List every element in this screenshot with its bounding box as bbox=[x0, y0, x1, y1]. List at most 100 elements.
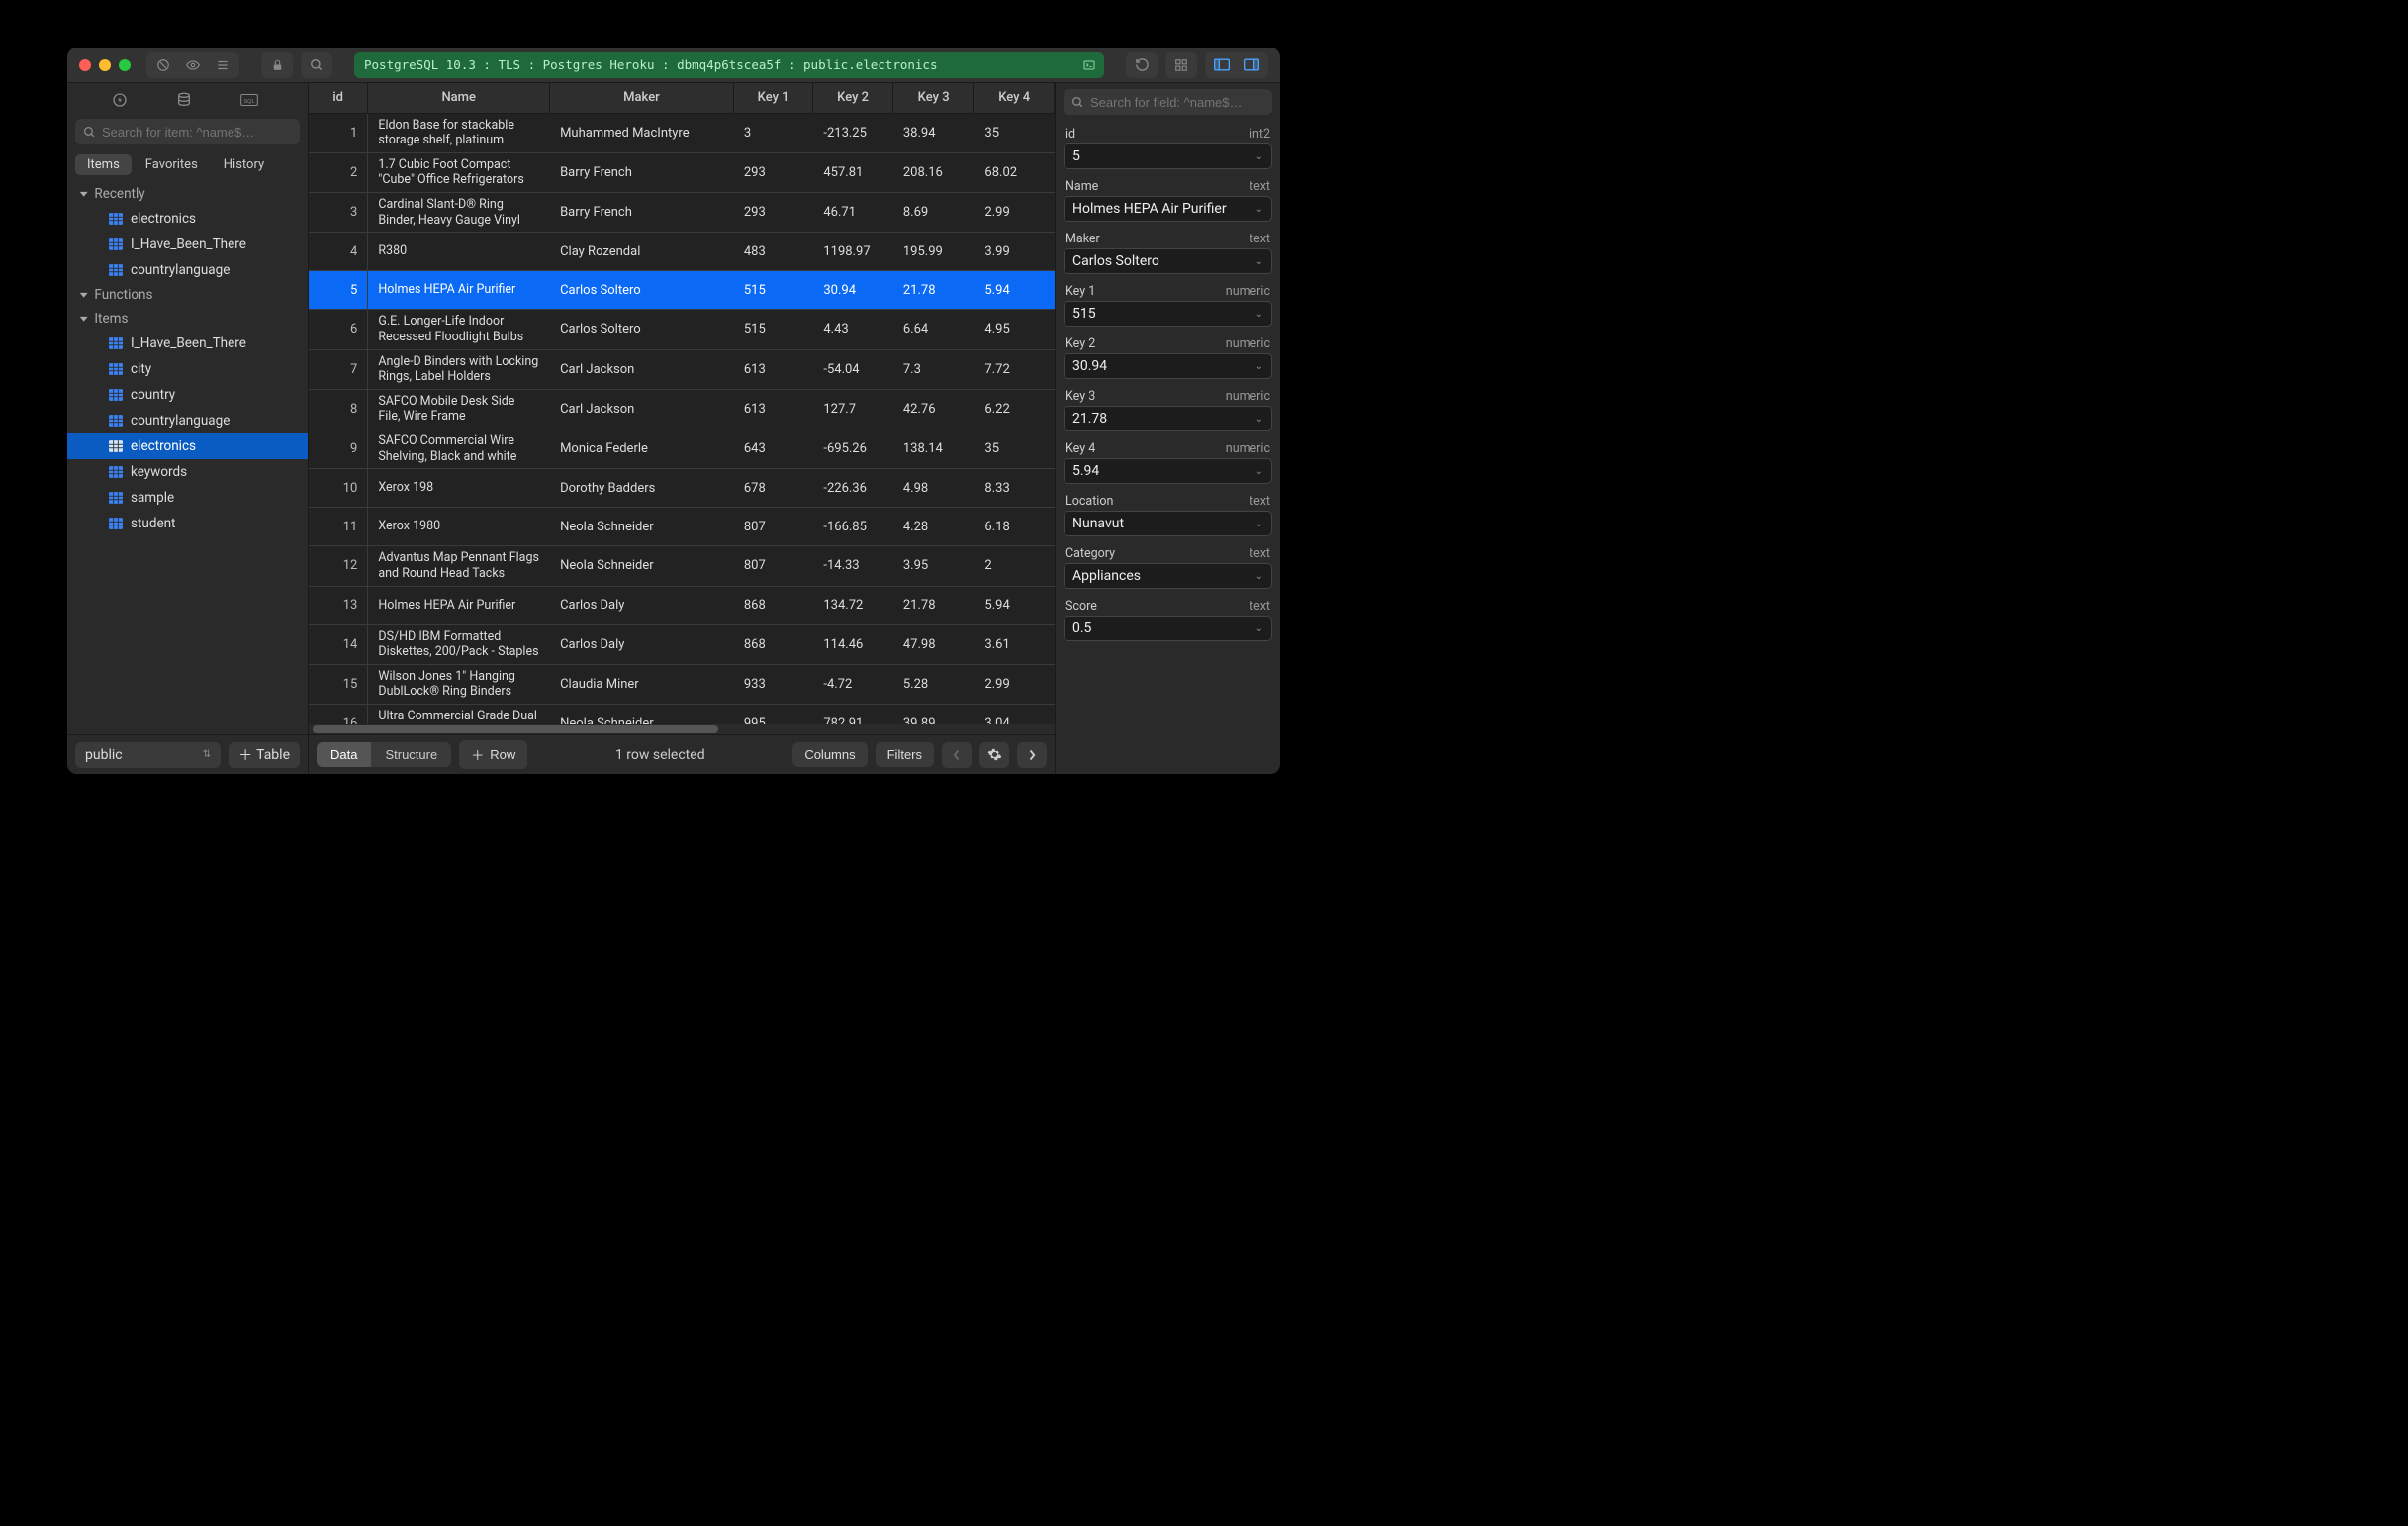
table-row[interactable]: 9SAFCO Commercial Wire Shelving, Black a… bbox=[309, 429, 1055, 469]
table-row[interactable]: 21.7 Cubic Foot Compact "Cube" Office Re… bbox=[309, 152, 1055, 192]
field-value-input[interactable]: Holmes HEPA Air Purifier⌄ bbox=[1064, 196, 1272, 222]
grid-icon[interactable] bbox=[1165, 52, 1197, 78]
left-panel-icon[interactable] bbox=[1207, 54, 1237, 76]
table-row[interactable]: 14DS/HD IBM Formatted Diskettes, 200/Pac… bbox=[309, 624, 1055, 664]
field-value-input[interactable]: 515⌄ bbox=[1064, 301, 1272, 327]
column-header[interactable]: Key 4 bbox=[974, 83, 1055, 113]
sidebar-item-i_have_been_there[interactable]: I_Have_Been_There bbox=[67, 232, 308, 257]
field-value-input[interactable]: Appliances⌄ bbox=[1064, 563, 1272, 589]
field-value-input[interactable]: 5.94⌄ bbox=[1064, 458, 1272, 484]
column-header[interactable]: Key 3 bbox=[892, 83, 974, 113]
field-value: 30.94 bbox=[1072, 358, 1107, 374]
sql-icon[interactable]: SQL bbox=[240, 93, 264, 107]
column-header[interactable]: Name bbox=[368, 83, 550, 113]
list-icon[interactable] bbox=[208, 54, 237, 76]
sidebar-section-functions[interactable]: ▼ Functions bbox=[67, 283, 308, 307]
field-value-input[interactable]: 30.94 ⌄ bbox=[1064, 353, 1272, 379]
table-row[interactable]: 3Cardinal Slant-D® Ring Binder, Heavy Ga… bbox=[309, 193, 1055, 233]
filters-button[interactable]: Filters bbox=[876, 742, 934, 767]
table-row[interactable]: 5Holmes HEPA Air PurifierCarlos Soltero5… bbox=[309, 271, 1055, 310]
stop-icon[interactable] bbox=[148, 54, 178, 76]
table-row[interactable]: 15Wilson Jones 1" Hanging DublLock® Ring… bbox=[309, 664, 1055, 704]
table-row[interactable]: 4R380Clay Rozendal4831198.97195.993.99 bbox=[309, 233, 1055, 271]
cell-name: Xerox 198 bbox=[368, 469, 550, 508]
database-icon[interactable] bbox=[176, 92, 200, 108]
right-panel-icon[interactable] bbox=[1237, 54, 1266, 76]
search-icon[interactable] bbox=[301, 52, 332, 78]
column-header[interactable]: Maker bbox=[550, 83, 734, 113]
sidebar-item-student[interactable]: student bbox=[67, 511, 308, 536]
column-header[interactable]: Key 1 bbox=[733, 83, 813, 113]
bolt-icon[interactable] bbox=[112, 92, 136, 108]
sidebar-tab-items[interactable]: Items bbox=[75, 154, 132, 175]
table-row[interactable]: 11Xerox 1980Neola Schneider807-166.854.2… bbox=[309, 508, 1055, 546]
scrollbar-thumb[interactable] bbox=[313, 725, 718, 733]
field-value-input[interactable]: Nunavut⌄ bbox=[1064, 511, 1272, 536]
table-row[interactable]: 1Eldon Base for stackable storage shelf,… bbox=[309, 113, 1055, 152]
chevron-down-icon: ⌄ bbox=[1255, 623, 1263, 634]
sidebar-section-items[interactable]: ▼ Items bbox=[67, 307, 308, 331]
sidebar-item-countrylanguage[interactable]: countrylanguage bbox=[67, 408, 308, 433]
chevron-down-icon: ⌄ bbox=[1255, 361, 1263, 372]
zoom-window-button[interactable] bbox=[119, 59, 131, 71]
sidebar-item-countrylanguage[interactable]: countrylanguage bbox=[67, 257, 308, 283]
inspector-search-input[interactable] bbox=[1090, 95, 1264, 110]
prev-page-button[interactable] bbox=[942, 742, 972, 768]
table-row[interactable]: 16Ultra Commercial Grade Dual Valve Door… bbox=[309, 705, 1055, 725]
table-row[interactable]: 7Angle-D Binders with Locking Rings, Lab… bbox=[309, 349, 1055, 389]
inspector-search[interactable] bbox=[1064, 89, 1272, 115]
structure-tab[interactable]: Structure bbox=[371, 742, 451, 767]
table-row[interactable]: 6G.E. Longer-Life Indoor Recessed Floodl… bbox=[309, 310, 1055, 349]
cell-maker: Neola Schneider bbox=[550, 705, 734, 725]
field-name: Location bbox=[1065, 494, 1113, 509]
columns-button[interactable]: Columns bbox=[792, 742, 867, 767]
cell-id: 11 bbox=[309, 508, 368, 546]
lock-icon[interactable] bbox=[261, 52, 293, 78]
table-row[interactable]: 10Xerox 198Dorothy Badders678-226.364.98… bbox=[309, 469, 1055, 508]
table-row[interactable]: 12Advantus Map Pennant Flags and Round H… bbox=[309, 546, 1055, 586]
sidebar-item-country[interactable]: country bbox=[67, 382, 308, 408]
sidebar-tab-history[interactable]: History bbox=[212, 154, 276, 175]
eye-icon[interactable] bbox=[178, 54, 208, 76]
connection-string[interactable]: PostgreSQL 10.3 : TLS : Postgres Heroku … bbox=[354, 52, 1104, 78]
table-row[interactable]: 8SAFCO Mobile Desk Side File, Wire Frame… bbox=[309, 389, 1055, 429]
minimize-window-button[interactable] bbox=[99, 59, 111, 71]
field-value-input[interactable]: 5⌄ bbox=[1064, 143, 1272, 169]
cell-k2: -166.85 bbox=[813, 508, 893, 546]
horizontal-scrollbar[interactable] bbox=[309, 724, 1055, 734]
sidebar-item-i_have_been_there[interactable]: I_Have_Been_There bbox=[67, 331, 308, 356]
gear-icon[interactable] bbox=[979, 742, 1009, 768]
cell-k1: 995 bbox=[733, 705, 813, 725]
data-grid[interactable]: idNameMakerKey 1Key 2Key 3Key 4 1Eldon B… bbox=[309, 83, 1055, 724]
field-value-input[interactable]: 21.78⌄ bbox=[1064, 406, 1272, 431]
add-table-button[interactable]: ＋ Table bbox=[229, 742, 300, 768]
sidebar-item-electronics[interactable]: electronics bbox=[67, 433, 308, 459]
schema-selector[interactable]: public ⇅ bbox=[75, 742, 221, 768]
cell-k4: 6.18 bbox=[974, 508, 1055, 546]
sidebar-section-recently[interactable]: ▼ Recently bbox=[67, 182, 308, 206]
next-page-button[interactable] bbox=[1017, 742, 1047, 768]
sidebar-item-keywords[interactable]: keywords bbox=[67, 459, 308, 485]
field-value-input[interactable]: 0.5⌄ bbox=[1064, 616, 1272, 641]
table-icon bbox=[109, 518, 123, 529]
column-header[interactable]: Key 2 bbox=[813, 83, 893, 113]
sidebar-search-input[interactable] bbox=[102, 125, 292, 140]
sidebar-item-electronics[interactable]: electronics bbox=[67, 206, 308, 232]
refresh-icon[interactable] bbox=[1126, 52, 1158, 78]
sidebar-item-sample[interactable]: sample bbox=[67, 485, 308, 511]
cell-k4: 2.99 bbox=[974, 664, 1055, 704]
column-header[interactable]: id bbox=[309, 83, 368, 113]
field-name: Key 3 bbox=[1065, 389, 1095, 404]
sidebar-tab-favorites[interactable]: Favorites bbox=[134, 154, 210, 175]
sidebar-search[interactable] bbox=[75, 119, 300, 144]
close-window-button[interactable] bbox=[79, 59, 91, 71]
add-row-button[interactable]: ＋Row bbox=[459, 740, 527, 769]
table-row[interactable]: 13Holmes HEPA Air PurifierCarlos Daly868… bbox=[309, 586, 1055, 624]
cell-k3: 38.94 bbox=[892, 113, 974, 152]
sidebar-item-city[interactable]: city bbox=[67, 356, 308, 382]
sidebar-item-label: I_Have_Been_There bbox=[131, 335, 246, 351]
cell-name: Wilson Jones 1" Hanging DublLock® Ring B… bbox=[368, 664, 550, 704]
field-value-input[interactable]: Carlos Soltero⌄ bbox=[1064, 248, 1272, 274]
data-tab[interactable]: Data bbox=[317, 742, 371, 767]
cell-maker: Clay Rozendal bbox=[550, 233, 734, 271]
